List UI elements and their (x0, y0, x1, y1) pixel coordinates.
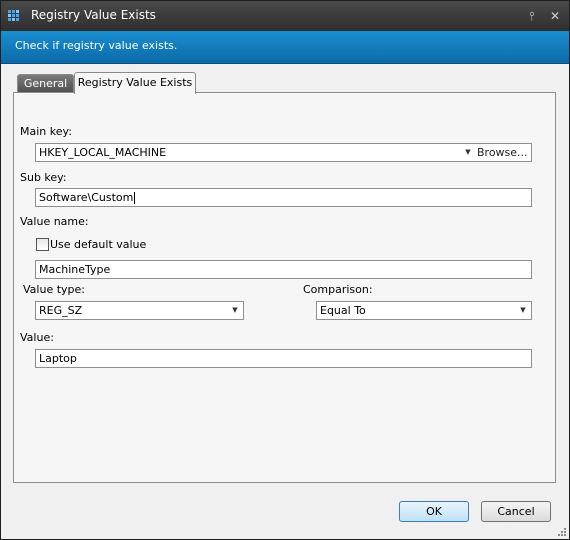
value-type-label: Value type: (23, 283, 85, 296)
value-label: Value: (20, 331, 54, 344)
tab-panel: Main key: HKEY_LOCAL_MACHINE ▼ Browse...… (13, 92, 556, 483)
chevron-down-icon[interactable]: ▼ (228, 302, 242, 319)
chevron-down-icon[interactable]: ▼ (516, 302, 530, 319)
ok-button[interactable]: OK (399, 501, 469, 522)
sub-key-label: Sub key: (20, 171, 67, 184)
text-cursor (134, 192, 136, 204)
window-title: Registry Value Exists (31, 8, 156, 22)
chevron-down-icon[interactable]: ▼ (461, 144, 475, 161)
app-icon (8, 10, 19, 21)
main-key-value: HKEY_LOCAL_MACHINE (39, 146, 167, 159)
sub-key-input[interactable]: Software\Custom (35, 188, 532, 207)
main-key-combo[interactable]: HKEY_LOCAL_MACHINE ▼ Browse... (35, 143, 532, 162)
use-default-value-label[interactable]: Use default value (50, 238, 146, 251)
value-value: Laptop (39, 352, 77, 365)
title-bar[interactable]: Registry Value Exists ⫯ ✕ (1, 1, 569, 31)
banner-text: Check if registry value exists. (15, 39, 178, 52)
browse-button[interactable]: Browse... (477, 144, 528, 161)
comparison-select[interactable]: Equal To ▼ (316, 301, 532, 320)
pin-icon[interactable]: ⫯ (523, 7, 541, 25)
resize-grip-icon[interactable] (557, 527, 567, 537)
value-name-input[interactable]: MachineType (35, 260, 532, 279)
dialog-content: General Registry Value Exists Main key: … (1, 64, 569, 539)
tab-registry-value-exists[interactable]: Registry Value Exists (74, 72, 196, 94)
close-icon[interactable]: ✕ (546, 7, 564, 25)
value-input[interactable]: Laptop (35, 349, 532, 368)
tab-general[interactable]: General (17, 74, 74, 93)
description-banner: Check if registry value exists. (1, 31, 569, 64)
cancel-button[interactable]: Cancel (481, 501, 551, 522)
comparison-label: Comparison: (303, 283, 373, 296)
value-name-label: Value name: (20, 215, 89, 228)
comparison-selected: Equal To (320, 304, 366, 317)
value-name-value: MachineType (39, 263, 111, 276)
main-key-label: Main key: (20, 125, 72, 138)
sub-key-value: Software\Custom (39, 191, 134, 204)
value-type-select[interactable]: REG_SZ ▼ (35, 301, 244, 320)
value-type-selected: REG_SZ (39, 304, 83, 317)
dialog-window: Registry Value Exists ⫯ ✕ Check if regis… (0, 0, 570, 540)
use-default-value-checkbox[interactable] (36, 238, 49, 251)
